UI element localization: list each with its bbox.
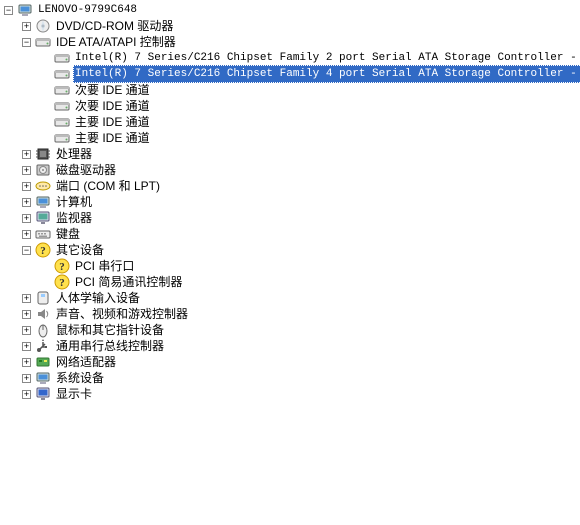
category-net[interactable]: + 网络适配器 (2, 354, 580, 370)
keyboard-icon (35, 226, 51, 242)
expand-icon[interactable]: + (22, 342, 31, 351)
category-label: 人体学输入设备 (54, 290, 142, 306)
expand-icon[interactable]: + (22, 166, 31, 175)
category-monitor[interactable]: + 监视器 (2, 210, 580, 226)
category-sys[interactable]: + 系统设备 (2, 370, 580, 386)
unknown-icon (35, 242, 51, 258)
display-icon (35, 386, 51, 402)
controller-icon (54, 114, 70, 130)
category-label: 其它设备 (54, 242, 106, 258)
hid-icon (35, 290, 51, 306)
expand-icon[interactable]: + (22, 150, 31, 159)
network-icon (35, 354, 51, 370)
disk-icon (35, 162, 51, 178)
device-item[interactable]: 次要 IDE 通道 (2, 82, 580, 98)
category-sound[interactable]: + 声音、视频和游戏控制器 (2, 306, 580, 322)
device-item[interactable]: 主要 IDE 通道 (2, 114, 580, 130)
expand-icon[interactable]: + (22, 182, 31, 191)
controller-icon (35, 34, 51, 50)
expand-icon[interactable]: + (22, 198, 31, 207)
category-mouse[interactable]: + 鼠标和其它指针设备 (2, 322, 580, 338)
category-hid[interactable]: + 人体学输入设备 (2, 290, 580, 306)
root-label: LENOVO-9799C648 (36, 2, 139, 18)
category-label: 系统设备 (54, 370, 106, 386)
category-gpu[interactable]: + 显示卡 (2, 386, 580, 402)
device-tree[interactable]: − LENOVO-9799C648 + DVD/CD-ROM 驱动器 − IDE… (0, 0, 580, 402)
collapse-icon[interactable]: − (22, 246, 31, 255)
port-icon (35, 178, 51, 194)
category-dvd[interactable]: + DVD/CD-ROM 驱动器 (2, 18, 580, 34)
category-label: 端口 (COM 和 LPT) (54, 178, 162, 194)
category-label: 键盘 (54, 226, 82, 242)
device-label: 次要 IDE 通道 (73, 82, 152, 98)
expand-icon[interactable]: + (22, 230, 31, 239)
category-label: 计算机 (54, 194, 94, 210)
expand-icon[interactable]: + (22, 294, 31, 303)
device-item[interactable]: PCI 简易通讯控制器 (2, 274, 580, 290)
category-disk[interactable]: + 磁盘驱动器 (2, 162, 580, 178)
device-label: PCI 简易通讯控制器 (73, 274, 184, 290)
device-label: 次要 IDE 通道 (73, 98, 152, 114)
category-label: 磁盘驱动器 (54, 162, 118, 178)
controller-icon (54, 82, 70, 98)
controller-icon (54, 66, 70, 82)
unknown-icon (54, 258, 70, 274)
category-port[interactable]: + 端口 (COM 和 LPT) (2, 178, 580, 194)
category-label: 显示卡 (54, 386, 94, 402)
collapse-icon[interactable]: − (22, 38, 31, 47)
sound-icon (35, 306, 51, 322)
computer-icon (35, 370, 51, 386)
expand-icon[interactable]: + (22, 310, 31, 319)
category-cpu[interactable]: + 处理器 (2, 146, 580, 162)
expand-icon[interactable]: + (22, 326, 31, 335)
expand-icon[interactable]: + (22, 22, 31, 31)
cpu-icon (35, 146, 51, 162)
device-item[interactable]: 次要 IDE 通道 (2, 98, 580, 114)
computer-icon (35, 194, 51, 210)
expand-icon[interactable]: + (22, 214, 31, 223)
category-label: DVD/CD-ROM 驱动器 (54, 18, 175, 34)
expand-icon[interactable]: + (22, 390, 31, 399)
controller-icon (54, 98, 70, 114)
monitor-icon (35, 210, 51, 226)
device-item[interactable]: PCI 串行口 (2, 258, 580, 274)
collapse-icon[interactable]: − (4, 6, 13, 15)
device-label: 主要 IDE 通道 (73, 130, 152, 146)
category-label: 处理器 (54, 146, 94, 162)
controller-icon (54, 50, 70, 66)
usb-icon (35, 338, 51, 354)
category-usb[interactable]: + 通用串行总线控制器 (2, 338, 580, 354)
device-item[interactable]: Intel(R) 7 Series/C216 Chipset Family 2 … (2, 50, 580, 66)
expand-icon[interactable]: + (22, 358, 31, 367)
category-computer[interactable]: + 计算机 (2, 194, 580, 210)
category-label: 声音、视频和游戏控制器 (54, 306, 190, 322)
mouse-icon (35, 322, 51, 338)
category-label: 网络适配器 (54, 354, 118, 370)
category-keyboard[interactable]: + 键盘 (2, 226, 580, 242)
tree-root[interactable]: − LENOVO-9799C648 (2, 2, 580, 18)
device-item-selected[interactable]: Intel(R) 7 Series/C216 Chipset Family 4 … (2, 66, 580, 82)
category-other[interactable]: − 其它设备 (2, 242, 580, 258)
device-label: PCI 串行口 (73, 258, 136, 274)
expand-icon[interactable]: + (22, 374, 31, 383)
category-label: 监视器 (54, 210, 94, 226)
controller-icon (54, 130, 70, 146)
category-label: 通用串行总线控制器 (54, 338, 166, 354)
device-label: 主要 IDE 通道 (73, 114, 152, 130)
device-label: Intel(R) 7 Series/C216 Chipset Family 2 … (73, 50, 580, 66)
category-ide[interactable]: − IDE ATA/ATAPI 控制器 (2, 34, 580, 50)
category-label: IDE ATA/ATAPI 控制器 (54, 34, 178, 50)
dvd-icon (35, 18, 51, 34)
computer-icon (17, 2, 33, 18)
device-label: Intel(R) 7 Series/C216 Chipset Family 4 … (73, 65, 580, 83)
unknown-icon (54, 274, 70, 290)
device-item[interactable]: 主要 IDE 通道 (2, 130, 580, 146)
category-label: 鼠标和其它指针设备 (54, 322, 166, 338)
